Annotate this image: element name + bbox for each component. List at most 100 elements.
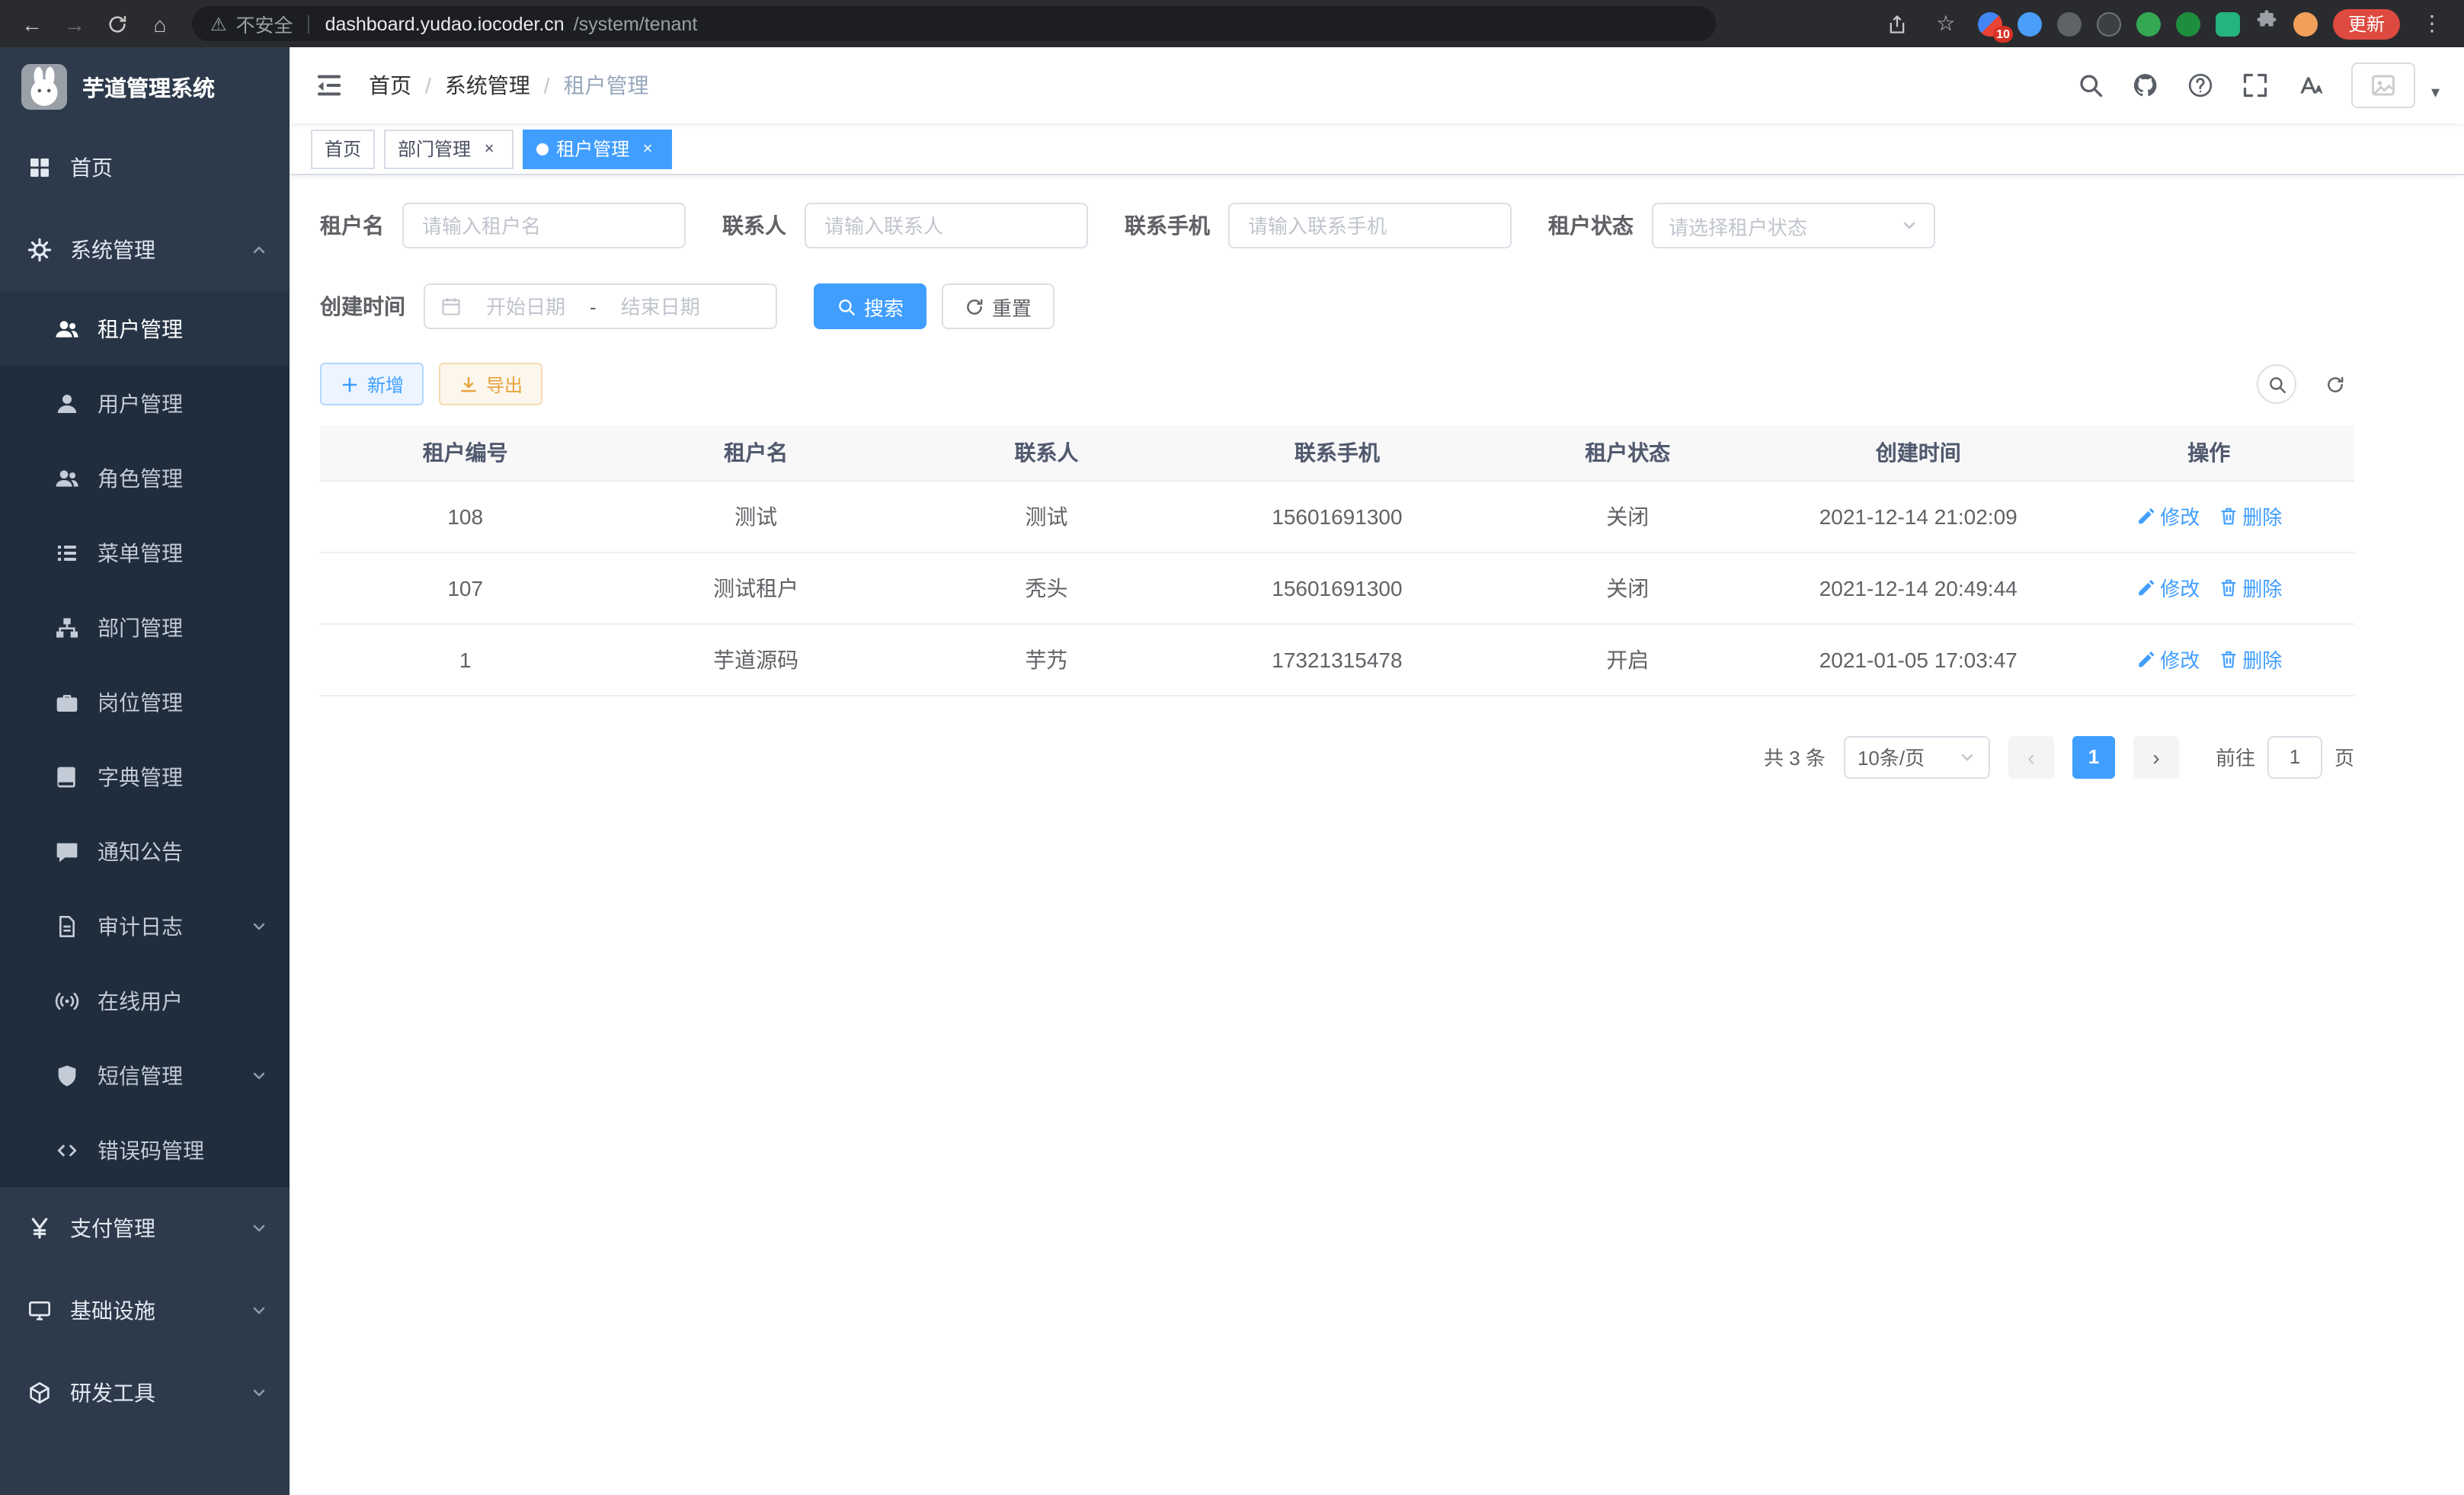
breadcrumb-home[interactable]: 首页 — [369, 70, 411, 101]
tenant-name-input[interactable] — [402, 203, 686, 248]
sidebar-toggle-icon[interactable] — [314, 70, 344, 101]
edit-link[interactable]: 修改 — [2136, 645, 2200, 674]
prev-page-button[interactable]: ‹ — [2008, 735, 2054, 778]
status-placeholder: 请选择租户状态 — [1669, 211, 1807, 240]
reload-icon[interactable] — [101, 7, 134, 40]
add-button[interactable]: 新增 — [320, 363, 424, 405]
export-button[interactable]: 导出 — [439, 363, 542, 405]
extension-icon[interactable] — [2136, 11, 2161, 36]
menu-list-icon — [55, 540, 79, 565]
user-avatar[interactable] — [2352, 62, 2416, 108]
browser-chrome: ← → ⌂ ⚠ 不安全 dashboard.yudao.iocoder.cn/s… — [0, 0, 2464, 47]
sidebar-item-dict[interactable]: 字典管理 — [0, 739, 290, 814]
sidebar-item-label: 菜单管理 — [98, 537, 183, 568]
sidebar-item-online-user[interactable]: 在线用户 — [0, 963, 290, 1038]
chevron-down-icon — [250, 1301, 268, 1320]
page-unit-label: 页 — [2334, 742, 2354, 771]
address-bar[interactable]: ⚠ 不安全 dashboard.yudao.iocoder.cn/system/… — [192, 6, 1716, 41]
delete-link[interactable]: 删除 — [2218, 501, 2282, 530]
share-icon[interactable] — [1880, 7, 1914, 40]
search-button[interactable]: 搜索 — [814, 283, 926, 329]
next-page-button[interactable]: › — [2133, 735, 2179, 778]
table-row: 107 测试租户 秃头 15601691300 关闭 2021-12-14 20… — [320, 552, 2354, 623]
date-range-picker[interactable]: - — [424, 283, 777, 329]
chevron-down-icon — [250, 1219, 268, 1237]
chevron-down-icon — [1900, 216, 1918, 235]
edit-link[interactable]: 修改 — [2136, 501, 2200, 530]
book-icon — [55, 764, 79, 789]
sidebar-item-system[interactable]: 系统管理 — [0, 209, 290, 291]
extensions-puzzle-icon[interactable] — [2255, 8, 2278, 39]
monitor-icon — [27, 1298, 52, 1323]
extension-icon[interactable] — [2097, 11, 2121, 36]
trash-icon — [2218, 506, 2238, 526]
url-path: /system/tenant — [574, 13, 698, 34]
refresh-icon — [2325, 374, 2344, 394]
browser-profile-avatar[interactable] — [2293, 11, 2318, 36]
sidebar-item-user[interactable]: 用户管理 — [0, 366, 290, 440]
goto-label: 前往 — [2216, 742, 2255, 771]
breadcrumb-system[interactable]: 系统管理 — [445, 70, 530, 101]
sidebar-item-label: 研发工具 — [70, 1378, 155, 1408]
header-search-icon[interactable] — [2078, 72, 2105, 99]
app-logo[interactable]: 芋道管理系统 — [0, 47, 290, 126]
current-page-button[interactable]: 1 — [2072, 735, 2115, 778]
broadcast-icon — [55, 988, 79, 1013]
breadcrumb-separator: / — [425, 73, 431, 98]
close-icon[interactable]: × — [637, 138, 658, 159]
extension-icon[interactable] — [2176, 11, 2200, 36]
edit-link[interactable]: 修改 — [2136, 573, 2200, 602]
sidebar-item-payment[interactable]: 支付管理 — [0, 1187, 290, 1269]
status-select[interactable]: 请选择租户状态 — [1652, 203, 1935, 248]
browser-menu-dots-icon[interactable]: ⋮ — [2415, 7, 2449, 40]
close-icon[interactable]: × — [478, 138, 500, 159]
back-icon[interactable]: ← — [15, 7, 49, 40]
extension-icon[interactable] — [2216, 11, 2240, 36]
show-search-toggle-button[interactable] — [2257, 364, 2296, 404]
help-icon[interactable] — [2187, 72, 2215, 99]
extension-icon[interactable] — [2018, 11, 2042, 36]
phone-input[interactable] — [1228, 203, 1512, 248]
font-size-icon[interactable] — [2297, 72, 2325, 99]
tab-tenant[interactable]: 租户管理× — [523, 129, 672, 168]
forward-icon[interactable]: → — [58, 7, 91, 40]
sidebar-item-role[interactable]: 角色管理 — [0, 440, 290, 515]
org-tree-icon — [55, 615, 79, 639]
bookmark-star-icon[interactable]: ☆ — [1929, 7, 1963, 40]
delete-link[interactable]: 删除 — [2218, 645, 2282, 674]
start-date-input[interactable] — [471, 295, 581, 318]
end-date-input[interactable] — [606, 295, 715, 318]
tab-home[interactable]: 首页 — [311, 129, 375, 168]
cell-phone: 15601691300 — [1192, 480, 1482, 552]
sidebar-item-infra[interactable]: 基础设施 — [0, 1269, 290, 1352]
sidebar-item-dev-tools[interactable]: 研发工具 — [0, 1352, 290, 1434]
user-icon — [55, 391, 79, 415]
toolbox-icon — [27, 1381, 52, 1405]
fullscreen-icon[interactable] — [2242, 72, 2270, 99]
reset-button[interactable]: 重置 — [942, 283, 1054, 329]
github-icon[interactable] — [2133, 72, 2160, 99]
sidebar-item-dept[interactable]: 部门管理 — [0, 590, 290, 664]
pagination: 共 3 条 10条/页 ‹ 1 › 前往 页 — [320, 735, 2354, 778]
sidebar-item-tenant[interactable]: 租户管理 — [0, 291, 290, 366]
cell-name: 测试租户 — [610, 552, 901, 623]
refresh-table-button[interactable] — [2315, 364, 2354, 404]
browser-home-icon[interactable]: ⌂ — [143, 7, 177, 40]
contact-input[interactable] — [805, 203, 1088, 248]
browser-update-button[interactable]: 更新 — [2333, 8, 2400, 39]
goto-page-input[interactable] — [2267, 735, 2322, 778]
sidebar-item-audit-log[interactable]: 审计日志 — [0, 888, 290, 963]
extension-icon[interactable] — [2057, 11, 2082, 36]
sidebar-item-home[interactable]: 首页 — [0, 126, 290, 209]
sidebar-item-post[interactable]: 岗位管理 — [0, 664, 290, 739]
sidebar-item-sms[interactable]: 短信管理 — [0, 1038, 290, 1112]
tab-dept[interactable]: 部门管理× — [384, 129, 514, 168]
page-size-select[interactable]: 10条/页 — [1844, 735, 1990, 778]
avatar-caret-down-icon[interactable]: ▾ — [2431, 82, 2440, 108]
sidebar-item-notice[interactable]: 通知公告 — [0, 814, 290, 888]
extension-icon[interactable]: 10 — [1978, 11, 2002, 36]
delete-link[interactable]: 删除 — [2218, 573, 2282, 602]
sidebar-item-menu[interactable]: 菜单管理 — [0, 515, 290, 590]
yen-icon — [27, 1216, 52, 1240]
sidebar-item-error-code[interactable]: 错误码管理 — [0, 1112, 290, 1187]
